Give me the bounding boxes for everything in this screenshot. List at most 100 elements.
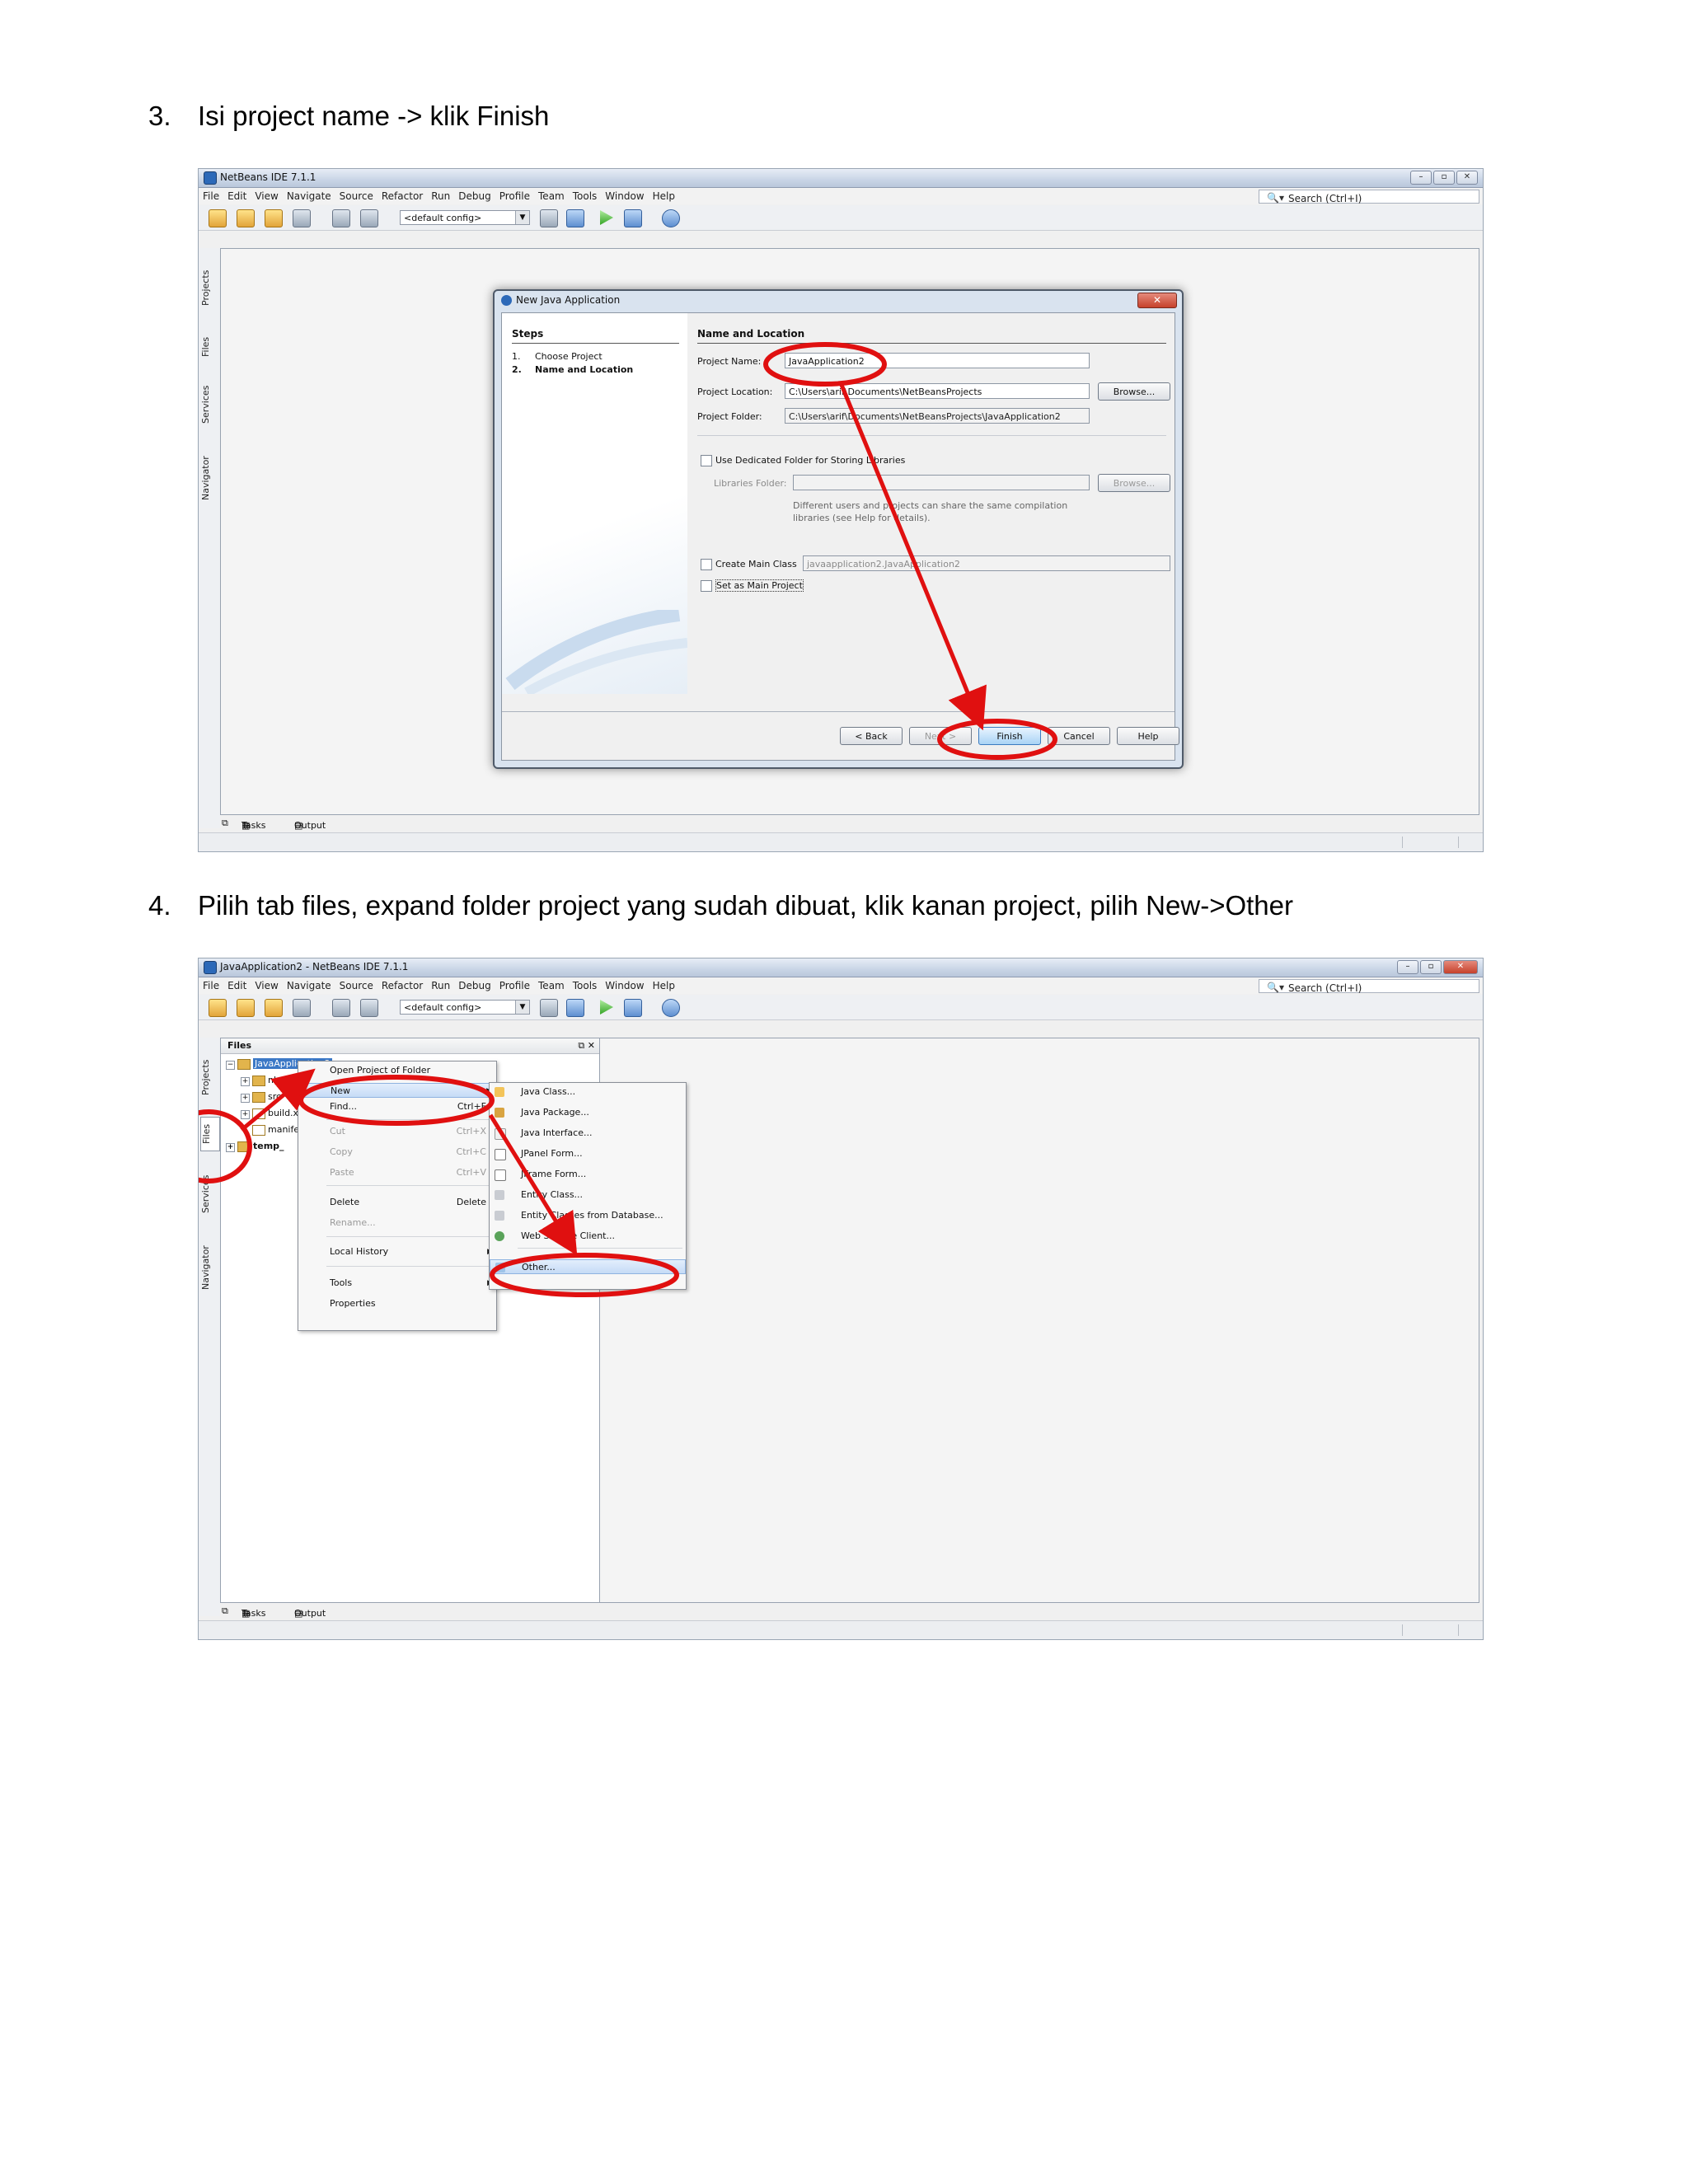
- set-main-project-checkbox[interactable]: Set as Main Project: [701, 579, 804, 592]
- redo-icon[interactable]: [360, 999, 378, 1017]
- profile-icon[interactable]: [662, 999, 680, 1017]
- run-icon[interactable]: [600, 1000, 613, 1015]
- submenu-other[interactable]: Other...: [490, 1259, 686, 1274]
- menu-edit[interactable]: Edit: [223, 188, 251, 204]
- menu-refactor[interactable]: Refactor: [377, 188, 427, 204]
- tab-navigator[interactable]: Navigator: [200, 1239, 218, 1296]
- new-file-icon[interactable]: [209, 209, 227, 227]
- submenu-web-service-client[interactable]: Web Service Client...: [490, 1229, 686, 1244]
- dedicated-folder-checkbox[interactable]: Use Dedicated Folder for Storing Librari…: [701, 455, 905, 466]
- build-icon[interactable]: [540, 209, 558, 227]
- submenu-entity-from-db[interactable]: Entity Classes from Database...: [490, 1208, 686, 1223]
- undo-icon[interactable]: [332, 209, 350, 227]
- close-icon[interactable]: ✕: [1456, 171, 1478, 185]
- undo-icon[interactable]: [332, 999, 350, 1017]
- menu-window[interactable]: Window: [601, 977, 648, 994]
- tab-projects[interactable]: Projects: [200, 1052, 218, 1102]
- submenu-java-interface[interactable]: Java Interface...: [490, 1126, 686, 1141]
- menu-edit[interactable]: Edit: [223, 977, 251, 994]
- cancel-button[interactable]: Cancel: [1048, 727, 1110, 745]
- tree-item-src[interactable]: + src: [241, 1091, 281, 1103]
- finish-button[interactable]: Finish: [978, 727, 1041, 745]
- submenu-jpanel-form[interactable]: JPanel Form...: [490, 1146, 686, 1161]
- create-main-class-checkbox[interactable]: Create Main Class: [701, 559, 797, 570]
- back-button[interactable]: < Back: [840, 727, 903, 745]
- menu-team[interactable]: Team: [534, 188, 569, 204]
- tab-services[interactable]: Services: [200, 380, 218, 429]
- menu-navigate[interactable]: Navigate: [283, 188, 335, 204]
- menu-window[interactable]: Window: [601, 188, 648, 204]
- menu-item-local-history[interactable]: Local History▶: [298, 1244, 496, 1259]
- menu-item-delete[interactable]: Delete Delete: [298, 1195, 496, 1210]
- tree-item-temp[interactable]: + temp_: [226, 1141, 284, 1152]
- menu-item-open-project[interactable]: Open Project of Folder: [298, 1063, 496, 1078]
- menu-help[interactable]: Help: [649, 977, 679, 994]
- folder-icon: [237, 1141, 251, 1152]
- save-all-icon[interactable]: [293, 209, 311, 227]
- menu-profile[interactable]: Profile: [495, 977, 534, 994]
- menu-item-find[interactable]: Find... Ctrl+F: [298, 1099, 496, 1114]
- maximize-icon[interactable]: ▫: [1420, 960, 1442, 974]
- build-icon[interactable]: [540, 999, 558, 1017]
- menu-refactor[interactable]: Refactor: [377, 977, 427, 994]
- menu-navigate[interactable]: Navigate: [283, 977, 335, 994]
- clean-build-icon[interactable]: [566, 209, 584, 227]
- menu-run[interactable]: Run: [427, 188, 454, 204]
- menu-view[interactable]: View: [251, 977, 282, 994]
- menu-file[interactable]: File: [199, 188, 223, 204]
- menu-run[interactable]: Run: [427, 977, 454, 994]
- config-select[interactable]: <default config> ▼: [400, 210, 530, 225]
- open-project-icon[interactable]: [265, 209, 283, 227]
- menu-item-new[interactable]: New▶: [298, 1083, 496, 1098]
- submenu-java-package[interactable]: Java Package...: [490, 1105, 686, 1120]
- debug-icon[interactable]: [624, 209, 642, 227]
- menu-tools[interactable]: Tools: [569, 977, 602, 994]
- panel-controls-icon[interactable]: ⧉ ✕: [578, 1038, 595, 1053]
- project-location-field[interactable]: C:\Users\arif\Documents\NetBeansProjects: [785, 383, 1090, 399]
- menu-team[interactable]: Team: [534, 977, 569, 994]
- menu-debug[interactable]: Debug: [454, 977, 495, 994]
- minimize-icon[interactable]: –: [1397, 960, 1418, 974]
- debug-icon[interactable]: [624, 999, 642, 1017]
- maximize-icon[interactable]: ▫: [1433, 171, 1455, 185]
- tab-files[interactable]: Files: [200, 1117, 220, 1151]
- restore-icon[interactable]: ⧉: [222, 1605, 228, 1617]
- config-select[interactable]: <default config> ▼: [400, 1000, 530, 1015]
- menu-debug[interactable]: Debug: [454, 188, 495, 204]
- save-all-icon[interactable]: [293, 999, 311, 1017]
- tab-files[interactable]: Files: [200, 330, 218, 363]
- open-project-icon[interactable]: [265, 999, 283, 1017]
- new-file-icon[interactable]: [209, 999, 227, 1017]
- menu-item-tools[interactable]: Tools▶: [298, 1276, 496, 1291]
- submenu-java-class[interactable]: Java Class...: [490, 1085, 686, 1099]
- minimize-icon[interactable]: –: [1410, 171, 1432, 185]
- clean-build-icon[interactable]: [566, 999, 584, 1017]
- menu-source[interactable]: Source: [335, 977, 377, 994]
- new-project-icon[interactable]: [237, 209, 255, 227]
- menu-profile[interactable]: Profile: [495, 188, 534, 204]
- submenu-jframe-form[interactable]: JFrame Form...: [490, 1167, 686, 1182]
- menu-file[interactable]: File: [199, 977, 223, 994]
- browse-location-button[interactable]: Browse...: [1098, 382, 1170, 401]
- menu-tools[interactable]: Tools: [569, 188, 602, 204]
- dialog-close-icon[interactable]: ✕: [1137, 293, 1177, 308]
- menu-source[interactable]: Source: [335, 188, 377, 204]
- redo-icon[interactable]: [360, 209, 378, 227]
- close-icon[interactable]: ✕: [1443, 960, 1478, 974]
- menu-item-properties[interactable]: Properties: [298, 1296, 496, 1311]
- search-input[interactable]: 🔍▾ Search (Ctrl+I): [1259, 190, 1479, 204]
- restore-icon[interactable]: ⧉: [222, 818, 228, 829]
- search-input[interactable]: 🔍▾ Search (Ctrl+I): [1259, 979, 1479, 994]
- menu-view[interactable]: View: [251, 188, 282, 204]
- project-name-field[interactable]: JavaApplication2: [785, 353, 1090, 368]
- main-class-field: javaapplication2.JavaApplication2: [803, 555, 1170, 571]
- new-project-icon[interactable]: [237, 999, 255, 1017]
- menu-help[interactable]: Help: [649, 188, 679, 204]
- submenu-entity-class[interactable]: Entity Class...: [490, 1188, 686, 1202]
- run-icon[interactable]: [600, 210, 613, 225]
- tab-projects[interactable]: Projects: [200, 263, 218, 312]
- help-button[interactable]: Help: [1117, 727, 1179, 745]
- profile-icon[interactable]: [662, 209, 680, 227]
- tab-services[interactable]: Services: [200, 1169, 218, 1219]
- tab-navigator[interactable]: Navigator: [200, 449, 218, 507]
